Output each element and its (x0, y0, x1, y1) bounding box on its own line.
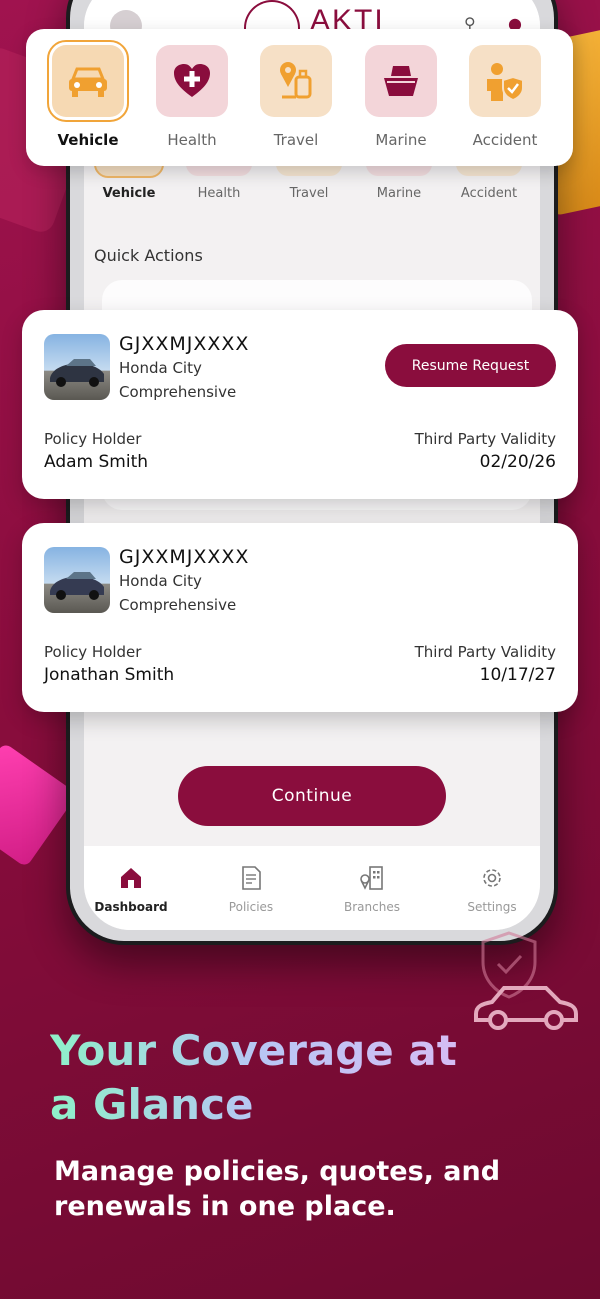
headline-line: Your Coverage at (50, 1026, 457, 1075)
category-health[interactable]: Health (144, 45, 240, 149)
category-accident[interactable]: Accident (457, 45, 553, 149)
coverage-type: Comprehensive (119, 383, 237, 401)
policy-holder-label: Policy Holder (44, 643, 142, 661)
category-label: Vehicle (57, 131, 119, 149)
policy-holder-name: Adam Smith (44, 452, 149, 472)
promo-headline: Your Coverage at a Glance (50, 1024, 570, 1132)
policy-card[interactable]: GJXXMJXXXX Honda City Comprehensive Poli… (22, 523, 578, 712)
policy-holder-name: Jonathan Smith (44, 665, 175, 685)
category-label: Marine (375, 131, 427, 149)
validity-date: 10/17/27 (479, 665, 556, 685)
category-label: Accident (460, 186, 518, 201)
car-model: Honda City (119, 572, 202, 590)
category-vehicle[interactable]: Vehicle (40, 40, 136, 149)
category-tile (260, 45, 332, 117)
category-tile (156, 45, 228, 117)
validity-label: Third Party Validity (414, 430, 556, 448)
subheadline-line: renewals in one place. (54, 1191, 396, 1222)
registration-number: GJXXMJXXXX (119, 546, 250, 568)
tab-settings[interactable]: Settings (442, 864, 540, 914)
category-label: Accident (472, 131, 538, 149)
tab-label: Dashboard (94, 900, 168, 914)
category-label: Health (197, 186, 241, 201)
car-model: Honda City (119, 359, 202, 377)
tab-label: Settings (467, 900, 517, 914)
tab-label: Branches (344, 900, 400, 914)
resume-request-button[interactable]: Resume Request (385, 344, 556, 387)
building-location-icon (360, 866, 383, 890)
category-travel[interactable]: Travel (248, 45, 344, 149)
car-photo (44, 334, 110, 400)
person-shield-icon (487, 63, 524, 102)
category-label: Marine (376, 186, 422, 201)
validity-date: 02/20/26 (479, 452, 556, 472)
car-icon (69, 67, 107, 97)
tab-label: Policies (228, 900, 274, 914)
home-icon (121, 868, 141, 888)
tab-policies[interactable]: Policies (201, 864, 301, 914)
heart-plus-icon (174, 64, 210, 97)
car-photo (44, 547, 110, 613)
validity-label: Third Party Validity (414, 643, 556, 661)
subheadline-line: Manage policies, quotes, and (54, 1156, 501, 1187)
coverage-type: Comprehensive (119, 596, 237, 614)
category-label: Vehicle (102, 186, 156, 201)
promo-subheadline: Manage policies, quotes, and renewals in… (54, 1154, 574, 1224)
category-selector-card: Vehicle Health Travel Marine Accident (26, 29, 573, 166)
continue-button[interactable]: Continue (178, 766, 446, 826)
tab-branches[interactable]: Branches (322, 864, 422, 914)
policy-card[interactable]: GJXXMJXXXX Honda City Comprehensive Resu… (22, 310, 578, 499)
luggage-icon (280, 62, 312, 99)
registration-number: GJXXMJXXXX (119, 333, 250, 355)
category-label: Health (167, 131, 217, 149)
ship-icon (384, 66, 418, 96)
category-tile (469, 45, 541, 117)
category-tile (365, 45, 437, 117)
category-label: Travel (289, 186, 329, 201)
category-label: Travel (273, 131, 319, 149)
quick-actions-title: Quick Actions (94, 246, 203, 265)
category-marine[interactable]: Marine (353, 45, 449, 149)
gear-icon (483, 869, 501, 887)
document-icon (242, 866, 261, 890)
tab-dashboard[interactable]: Dashboard (84, 864, 181, 914)
headline-line: a Glance (50, 1080, 254, 1129)
category-tile (47, 40, 129, 122)
bottom-tab-bar: Dashboard Policies Branches Settings (84, 846, 540, 930)
policy-holder-label: Policy Holder (44, 430, 142, 448)
